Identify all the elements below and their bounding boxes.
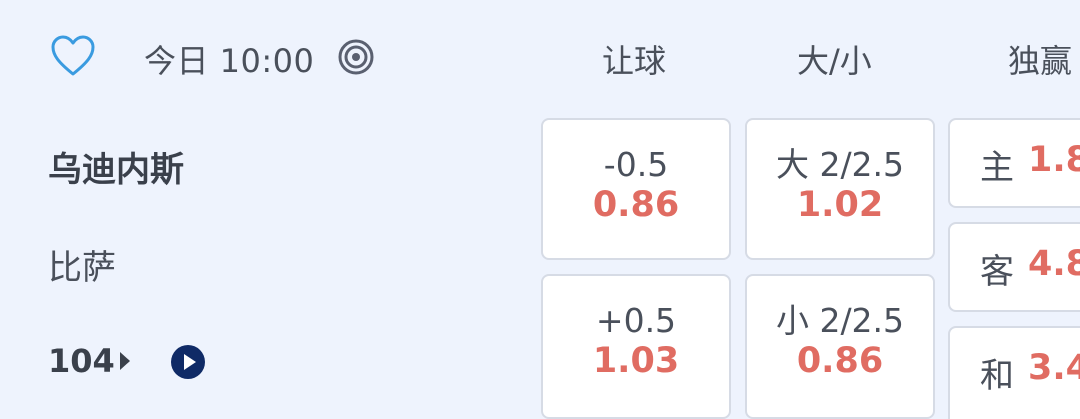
live-target-icon[interactable]	[337, 38, 375, 76]
handicap-line: -0.5	[603, 145, 669, 184]
handicap-odds: 1.03	[592, 341, 680, 381]
moneyline-label: 主	[980, 148, 1014, 188]
moneyline-home-button[interactable]: 主 1.8	[948, 118, 1080, 208]
handicap-odds: 0.86	[592, 185, 680, 225]
under-line: 小 2/2.5	[775, 301, 905, 340]
moneyline-odds: 1.8	[1028, 140, 1080, 180]
moneyline-odds: 3.4	[1028, 348, 1080, 388]
moneyline-odds: 4.8	[1028, 244, 1080, 284]
over-odds-button[interactable]: 大 2/2.5 1.02	[745, 118, 935, 260]
home-team-name: 乌迪内斯	[48, 150, 184, 190]
handicap-line: +0.5	[595, 301, 677, 340]
moneyline-draw-button[interactable]: 和 3.4	[948, 326, 1080, 419]
under-odds-button[interactable]: 小 2/2.5 0.86	[745, 274, 935, 419]
favorite-heart-icon[interactable]	[50, 34, 96, 80]
handicap-home-odds-button[interactable]: -0.5 0.86	[541, 118, 731, 260]
caret-right-icon[interactable]	[118, 350, 132, 372]
more-markets-count[interactable]: 104	[48, 342, 115, 380]
moneyline-away-button[interactable]: 客 4.8	[948, 222, 1080, 312]
column-header-handicap: 让球	[602, 42, 667, 80]
away-team-name: 比萨	[48, 248, 116, 288]
moneyline-label: 和	[980, 356, 1014, 396]
over-odds: 1.02	[796, 185, 884, 225]
handicap-away-odds-button[interactable]: +0.5 1.03	[541, 274, 731, 419]
play-icon[interactable]	[170, 344, 206, 380]
under-odds: 0.86	[796, 341, 884, 381]
match-time: 今日 10:00	[144, 42, 315, 80]
over-line: 大 2/2.5	[775, 145, 905, 184]
moneyline-label: 客	[980, 252, 1014, 292]
column-header-over-under: 大/小	[797, 42, 872, 80]
column-header-moneyline: 独赢	[1008, 42, 1073, 80]
